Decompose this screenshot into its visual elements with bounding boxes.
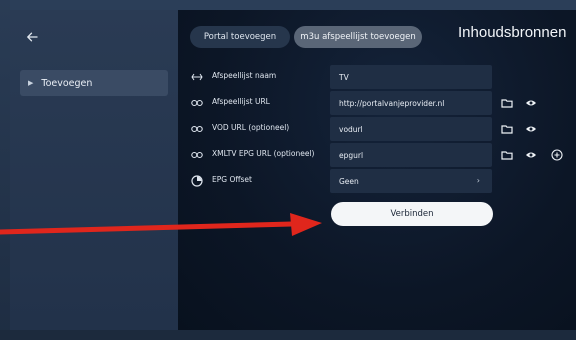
link-icon — [190, 122, 204, 136]
link-icon — [190, 96, 204, 110]
epg-offset-value: Geen — [339, 176, 359, 186]
form-row-playlist-url: Afspeellijst URL http://portalvanjeprovi… — [178, 91, 576, 115]
chevron-right-icon: › — [476, 176, 480, 185]
tab-m3u-afspeellijst-toevoegen[interactable]: m3u afspeellijst toevoegen — [294, 26, 422, 48]
field-label: VOD URL (optioneel) — [212, 123, 290, 132]
timer-icon — [190, 174, 204, 188]
playlist-url-input[interactable]: http://portalvanjeprovider.nl — [330, 91, 492, 115]
connect-button[interactable]: Verbinden — [331, 202, 493, 226]
eye-icon[interactable] — [524, 122, 538, 136]
screen-frame-left — [0, 0, 10, 340]
field-label: Afspeellijst URL — [212, 97, 270, 106]
sidebar-item-label: Toevoegen — [41, 77, 93, 89]
chevron-right-icon: ▶ — [28, 79, 34, 87]
link-icon — [190, 148, 204, 162]
form-row-xmltv-epg-url: XMLTV EPG URL (optioneel) epgurl — [178, 143, 576, 167]
eye-icon[interactable] — [524, 96, 538, 110]
form-row-vod-url: VOD URL (optioneel) vodurl — [178, 117, 576, 141]
epg-offset-select[interactable]: Geen › — [330, 169, 492, 193]
arrow-left-glyph — [26, 32, 38, 42]
field-label: Afspeellijst naam — [212, 71, 277, 80]
main-panel: Portal toevoegen m3u afspeellijst toevoe… — [178, 10, 576, 330]
sidebar-item-toevoegen[interactable]: ▶ Toevoegen — [20, 70, 168, 96]
sidebar: ▶ Toevoegen — [10, 10, 178, 330]
tab-portal-toevoegen[interactable]: Portal toevoegen — [190, 26, 290, 48]
page-title: Inhoudsbronnen — [458, 24, 567, 41]
eye-icon[interactable] — [524, 148, 538, 162]
playlist-name-input[interactable]: TV — [330, 65, 492, 89]
screen-frame-top — [0, 0, 576, 10]
vod-url-input[interactable]: vodurl — [330, 117, 492, 141]
plus-circle-icon[interactable] — [550, 148, 564, 162]
folder-icon[interactable] — [500, 122, 514, 136]
form-row-epg-offset: EPG Offset Geen › — [178, 169, 576, 193]
form-row-playlist-name: Afspeellijst naam TV — [178, 65, 576, 89]
annotation-arrow — [0, 213, 322, 236]
back-arrows-icon — [190, 70, 204, 84]
epg-url-input[interactable]: epgurl — [330, 143, 492, 167]
screen-frame-bottom — [0, 330, 576, 340]
arrow-left-icon[interactable] — [22, 28, 42, 48]
field-label: EPG Offset — [212, 175, 252, 184]
field-label: XMLTV EPG URL (optioneel) — [212, 149, 315, 158]
folder-icon[interactable] — [500, 96, 514, 110]
folder-icon[interactable] — [500, 148, 514, 162]
